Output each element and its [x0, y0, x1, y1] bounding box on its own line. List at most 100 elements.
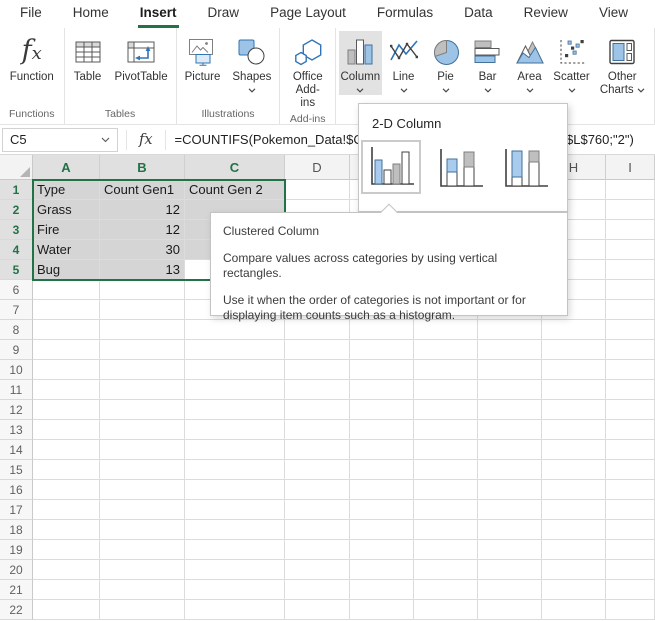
- ribbon-button-scatter[interactable]: Scatter: [552, 31, 592, 95]
- tab-page-layout[interactable]: Page Layout: [268, 0, 348, 28]
- cell-I19[interactable]: [606, 540, 655, 560]
- tab-insert[interactable]: Insert: [138, 0, 179, 28]
- cell-H10[interactable]: [542, 360, 606, 380]
- cell-H17[interactable]: [542, 500, 606, 520]
- cell-D22[interactable]: [285, 600, 350, 620]
- ribbon-button-office-add-ins[interactable]: Office Add-ins: [283, 31, 332, 112]
- cell-I17[interactable]: [606, 500, 655, 520]
- cell-A2[interactable]: Grass: [33, 200, 100, 220]
- chevron-down-icon[interactable]: [634, 84, 645, 96]
- cell-A10[interactable]: [33, 360, 100, 380]
- cell-C15[interactable]: [185, 460, 285, 480]
- row-header-18[interactable]: 18: [0, 520, 33, 540]
- cell-I5[interactable]: [606, 260, 655, 280]
- cell-B2[interactable]: 12: [100, 200, 185, 220]
- cell-A20[interactable]: [33, 560, 100, 580]
- row-header-15[interactable]: 15: [0, 460, 33, 480]
- select-all-corner[interactable]: [0, 155, 33, 180]
- cell-G9[interactable]: [478, 340, 542, 360]
- row-header-5[interactable]: 5: [0, 260, 33, 280]
- column-header-I[interactable]: I: [606, 155, 655, 180]
- cell-E12[interactable]: [350, 400, 414, 420]
- cell-D19[interactable]: [285, 540, 350, 560]
- column-header-C[interactable]: C: [185, 155, 285, 180]
- cell-F19[interactable]: [414, 540, 478, 560]
- cell-D8[interactable]: [285, 320, 350, 340]
- cell-D18[interactable]: [285, 520, 350, 540]
- row-header-13[interactable]: 13: [0, 420, 33, 440]
- cell-H12[interactable]: [542, 400, 606, 420]
- cell-I16[interactable]: [606, 480, 655, 500]
- cell-B18[interactable]: [100, 520, 185, 540]
- chevron-down-icon[interactable]: [248, 87, 256, 93]
- cell-D15[interactable]: [285, 460, 350, 480]
- cell-H19[interactable]: [542, 540, 606, 560]
- cell-F18[interactable]: [414, 520, 478, 540]
- row-header-1[interactable]: 1: [0, 180, 33, 200]
- cell-C19[interactable]: [185, 540, 285, 560]
- chart-option-stacked-column[interactable]: [434, 146, 486, 192]
- cell-B19[interactable]: [100, 540, 185, 560]
- row-header-16[interactable]: 16: [0, 480, 33, 500]
- cell-C18[interactable]: [185, 520, 285, 540]
- cell-B6[interactable]: [100, 280, 185, 300]
- cell-C21[interactable]: [185, 580, 285, 600]
- chart-option-100-stacked-column[interactable]: [499, 146, 551, 192]
- cell-G14[interactable]: [478, 440, 542, 460]
- cell-B20[interactable]: [100, 560, 185, 580]
- tab-draw[interactable]: Draw: [206, 0, 242, 28]
- formula-text[interactable]: =COUNTIFS(Pokemon_Data!$C$: [175, 132, 370, 147]
- cell-F11[interactable]: [414, 380, 478, 400]
- cell-I1[interactable]: [606, 180, 655, 200]
- cell-H14[interactable]: [542, 440, 606, 460]
- chevron-down-icon[interactable]: [442, 87, 450, 93]
- cell-D17[interactable]: [285, 500, 350, 520]
- cell-E13[interactable]: [350, 420, 414, 440]
- cell-B3[interactable]: 12: [100, 220, 185, 240]
- cell-I3[interactable]: [606, 220, 655, 240]
- tab-formulas[interactable]: Formulas: [375, 0, 435, 28]
- cell-B7[interactable]: [100, 300, 185, 320]
- cell-F15[interactable]: [414, 460, 478, 480]
- cell-I10[interactable]: [606, 360, 655, 380]
- cell-B12[interactable]: [100, 400, 185, 420]
- cell-F22[interactable]: [414, 600, 478, 620]
- row-header-14[interactable]: 14: [0, 440, 33, 460]
- tab-file[interactable]: File: [18, 0, 44, 28]
- insert-function-button[interactable]: fx: [126, 130, 166, 150]
- row-header-21[interactable]: 21: [0, 580, 33, 600]
- ribbon-button-other-charts[interactable]: Other Charts: [594, 31, 651, 99]
- cell-A22[interactable]: [33, 600, 100, 620]
- cell-I4[interactable]: [606, 240, 655, 260]
- cell-G10[interactable]: [478, 360, 542, 380]
- name-box[interactable]: C5: [2, 128, 118, 152]
- cell-B1[interactable]: Count Gen1: [100, 180, 185, 200]
- cell-B4[interactable]: 30: [100, 240, 185, 260]
- cell-F8[interactable]: [414, 320, 478, 340]
- tab-home[interactable]: Home: [71, 0, 111, 28]
- cell-F20[interactable]: [414, 560, 478, 580]
- cell-E21[interactable]: [350, 580, 414, 600]
- cell-C13[interactable]: [185, 420, 285, 440]
- cell-H13[interactable]: [542, 420, 606, 440]
- tab-data[interactable]: Data: [462, 0, 495, 28]
- cell-B9[interactable]: [100, 340, 185, 360]
- chevron-down-icon[interactable]: [484, 87, 492, 93]
- cell-A18[interactable]: [33, 520, 100, 540]
- cell-B11[interactable]: [100, 380, 185, 400]
- cell-I21[interactable]: [606, 580, 655, 600]
- cell-C14[interactable]: [185, 440, 285, 460]
- cell-G18[interactable]: [478, 520, 542, 540]
- cell-A19[interactable]: [33, 540, 100, 560]
- cell-G22[interactable]: [478, 600, 542, 620]
- ribbon-button-pie[interactable]: Pie: [426, 31, 466, 95]
- row-header-7[interactable]: 7: [0, 300, 33, 320]
- cell-A11[interactable]: [33, 380, 100, 400]
- cell-D11[interactable]: [285, 380, 350, 400]
- cell-B10[interactable]: [100, 360, 185, 380]
- cell-A8[interactable]: [33, 320, 100, 340]
- column-header-A[interactable]: A: [33, 155, 100, 180]
- cell-H8[interactable]: [542, 320, 606, 340]
- cell-C17[interactable]: [185, 500, 285, 520]
- cell-F13[interactable]: [414, 420, 478, 440]
